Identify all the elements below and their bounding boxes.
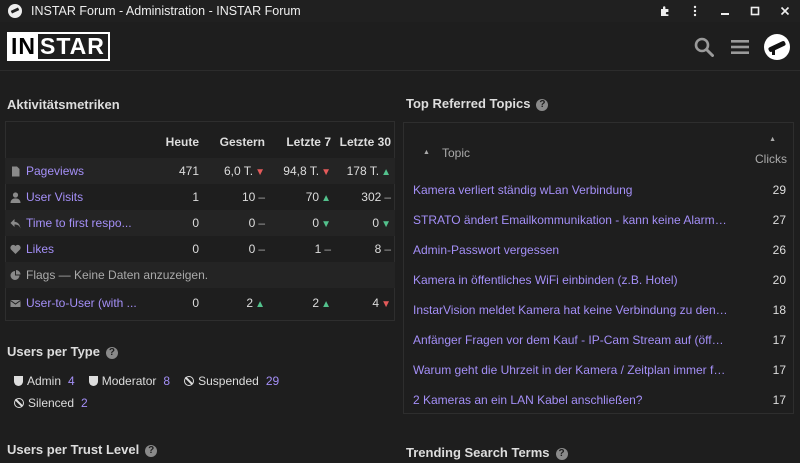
col-today[interactable]: Heute <box>166 135 199 149</box>
top-referred-topics-header: ▲ Topic ▲ Clicks <box>403 122 794 174</box>
table-row: Time to first respo... 0 0– 0 ▼ 0 ▼ <box>5 210 395 236</box>
user-icon <box>10 191 21 203</box>
table-row: Flags — Keine Daten anzuzeigen. <box>5 262 395 288</box>
table-row: Pageviews 471 6,0 T. ▼ 94,8 T. ▼ 178 T. ▲ <box>5 158 395 184</box>
user-avatar[interactable] <box>764 34 790 60</box>
help-icon[interactable]: ? <box>536 98 549 111</box>
help-icon[interactable]: ? <box>555 447 568 460</box>
user-type-moderator[interactable]: Moderator 8 <box>88 374 170 388</box>
user-type-admin[interactable]: Admin 4 <box>14 374 75 388</box>
col-clicks[interactable]: Clicks <box>755 152 787 166</box>
user-type-suspended[interactable]: Suspended 29 <box>184 374 279 388</box>
topic-link[interactable]: Kamera verliert ständig wLan Verbindung <box>413 183 728 197</box>
window-title: INSTAR Forum - Administration - INSTAR F… <box>31 4 301 18</box>
trending-search-terms-title: Trending Search Terms? <box>406 445 568 460</box>
topic-link[interactable]: InstarVision meldet Kamera hat keine Ver… <box>413 303 728 317</box>
topic-link[interactable]: Kamera in öffentliches WiFi einbinden (z… <box>413 273 728 287</box>
flag-chart-icon <box>10 269 21 281</box>
table-row: Kamera verliert ständig wLan Verbindung … <box>413 183 786 197</box>
extensions-icon[interactable] <box>650 0 680 22</box>
col-topic[interactable]: Topic <box>442 146 470 160</box>
col-last7[interactable]: Letzte 7 <box>286 135 331 149</box>
trend-down-icon: ▼ <box>381 299 391 310</box>
table-row: 2 Kameras an ein LAN Kabel anschließen? … <box>413 393 786 407</box>
app-icon <box>8 4 22 18</box>
table-row: Likes 0 0– 1– 8– <box>5 236 395 262</box>
metric-link-user-visits[interactable]: User Visits <box>26 190 83 204</box>
shield-icon <box>88 376 98 386</box>
topic-link[interactable]: Anfänger Fragen vor dem Kauf - IP-Cam St… <box>413 333 728 347</box>
menu-kebab-icon[interactable] <box>680 0 710 22</box>
table-row: Anfänger Fragen vor dem Kauf - IP-Cam St… <box>413 333 786 347</box>
shield-icon <box>14 376 23 386</box>
envelope-icon <box>10 298 21 309</box>
trend-down-good-icon: ▼ <box>321 219 331 230</box>
table-row: Warum geht die Uhrzeit in der Kamera / Z… <box>413 363 786 377</box>
reply-icon <box>10 218 21 229</box>
header-divider <box>0 70 800 71</box>
site-logo[interactable]: IN STAR <box>7 32 110 61</box>
trend-up-icon: ▲ <box>321 299 331 310</box>
minimize-icon[interactable] <box>710 0 740 22</box>
file-icon <box>10 166 21 177</box>
window-titlebar: INSTAR Forum - Administration - INSTAR F… <box>0 0 800 22</box>
maximize-icon[interactable] <box>740 0 770 22</box>
ban-icon <box>184 376 195 386</box>
col-last30[interactable]: Letzte 30 <box>340 135 391 149</box>
help-icon[interactable]: ? <box>105 346 118 359</box>
table-row: User-to-User (with ... 0 2 ▲ 2 ▲ 4 ▼ <box>5 290 395 316</box>
hamburger-menu-icon[interactable] <box>728 35 752 59</box>
trend-down-icon: ▼ <box>321 167 331 178</box>
trend-up-icon: ▲ <box>255 299 265 310</box>
topic-link[interactable]: 2 Kameras an ein LAN Kabel anschließen? <box>413 393 728 407</box>
trend-down-icon: ▼ <box>255 167 265 178</box>
trend-down-good-icon: ▼ <box>381 219 391 230</box>
top-referred-topics-title: Top Referred Topics? <box>406 96 549 111</box>
table-row: User Visits 1 10– 70 ▲ 302– <box>5 184 395 210</box>
close-icon[interactable] <box>770 0 800 22</box>
site-header: IN STAR <box>0 22 800 70</box>
users-per-type-title: Users per Type? <box>7 344 118 359</box>
help-icon[interactable]: ? <box>145 444 158 457</box>
users-per-type-list: Admin 4 Moderator 8 Suspended 29 <box>14 374 279 388</box>
trend-up-icon: ▲ <box>321 193 331 204</box>
heart-icon <box>10 244 21 255</box>
table-row: InstarVision meldet Kamera hat keine Ver… <box>413 303 786 317</box>
user-type-silenced[interactable]: Silenced 2 <box>14 396 88 410</box>
metric-link-pageviews[interactable]: Pageviews <box>26 164 84 178</box>
table-row: Kamera in öffentliches WiFi einbinden (z… <box>413 273 786 287</box>
page-scrollbar[interactable] <box>796 71 800 463</box>
col-yesterday[interactable]: Gestern <box>220 135 265 149</box>
table-row: STRATO ändert Emailkommunikation - kann … <box>413 213 786 227</box>
sort-asc-icon: ▲ <box>423 149 430 156</box>
table-row: Admin-Passwort vergessen 26 <box>413 243 786 257</box>
metric-link-user-to-user[interactable]: User-to-User (with ... <box>26 296 137 310</box>
topic-link[interactable]: Admin-Passwort vergessen <box>413 243 728 257</box>
users-per-trust-level-title: Users per Trust Level? <box>7 442 158 457</box>
sort-asc-icon: ▲ <box>769 136 776 143</box>
ban-icon <box>14 398 24 408</box>
trend-up-icon: ▲ <box>381 167 391 178</box>
search-icon[interactable] <box>692 35 716 59</box>
topic-link[interactable]: STRATO ändert Emailkommunikation - kann … <box>413 213 728 227</box>
topic-link[interactable]: Warum geht die Uhrzeit in der Kamera / Z… <box>413 363 728 377</box>
metric-link-time-to-first-response[interactable]: Time to first respo... <box>26 216 132 230</box>
activity-metrics-title: Aktivitätsmetriken <box>7 97 120 112</box>
metric-link-likes[interactable]: Likes <box>26 242 54 256</box>
users-per-type-list-2: Silenced 2 <box>14 396 88 410</box>
table-header-row: Heute Gestern Letzte 7 Letzte 30 <box>5 129 395 155</box>
flags-no-data: Flags — Keine Daten anzuzeigen. <box>26 268 209 282</box>
